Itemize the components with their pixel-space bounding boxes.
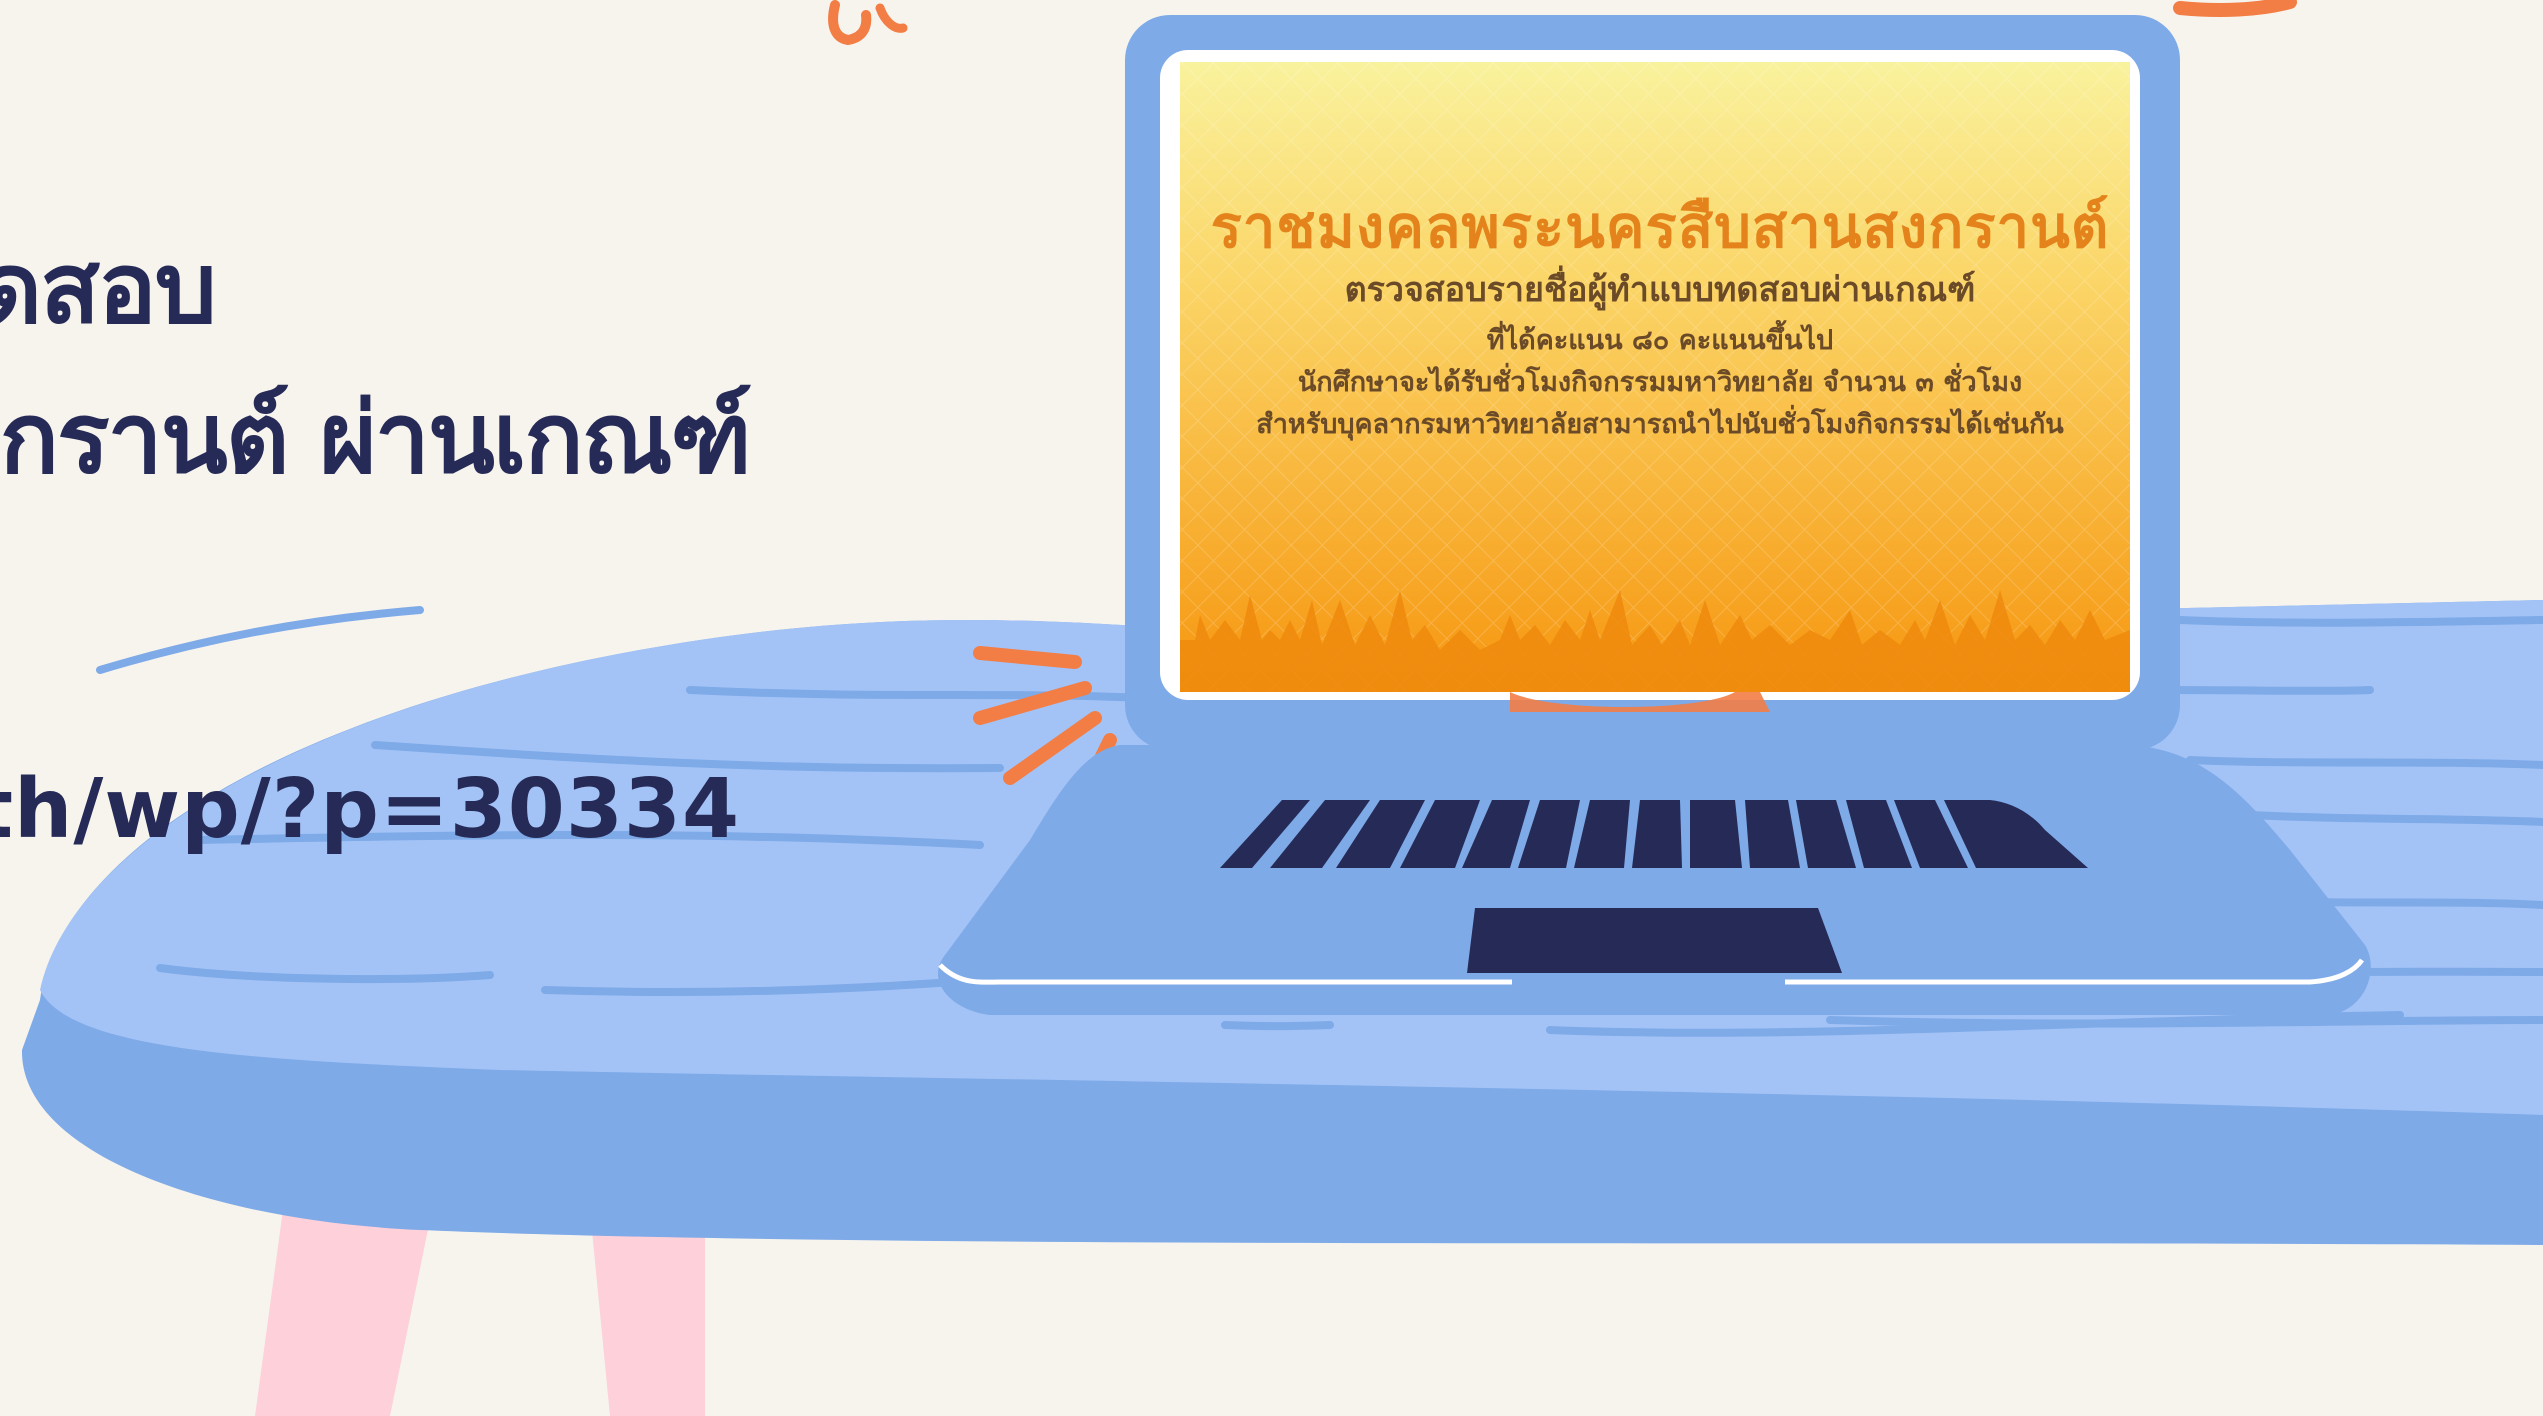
screen-subtitle: ตรวจสอบรายชื่อผู้ทำแบบทดสอบผ่านเกณฑ์ [1344, 270, 1976, 310]
slide-url-link[interactable]: c.th/wp/?p=30334 [0, 762, 740, 857]
screen-title: ราชมงคลพระนครสืบสานสงกรานต์ [1210, 193, 2110, 261]
screen-line-3: สำหรับบุคลากรมหาวิทยาลัยสามารถนำไปนับชั่… [1256, 409, 2064, 440]
laptop [937, 15, 2371, 1015]
screen-line-1: ที่ได้คะแนน ๘๐ คะแนนขึ้นไป [1486, 325, 1834, 356]
screen-line-2: นักศึกษาจะได้รับชั่วโมงกิจกรรมมหาวิทยาลั… [1297, 367, 2023, 398]
slide-heading-line-2: สงกรานต์ ผ่านเกณฑ์ [0, 382, 752, 496]
slide-heading-line-1: ดสอบ [0, 232, 217, 346]
